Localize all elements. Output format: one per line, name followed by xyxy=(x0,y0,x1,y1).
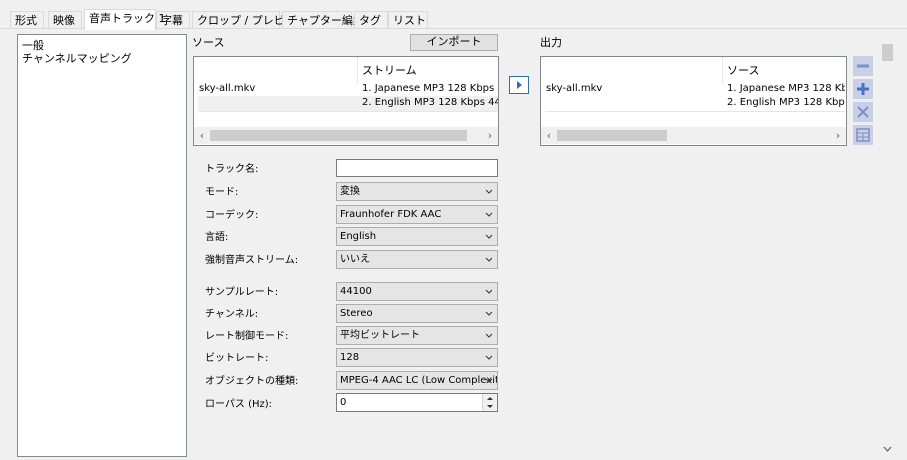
rate-control-mode-label: レート制御モード: xyxy=(205,331,289,342)
tab-bar: 形式 映像 音声トラック 1 字幕 クロップ / プレビュー チャプター編集 タ… xyxy=(0,0,907,30)
codec-value: Fraunhofer FDK AAC xyxy=(340,209,442,220)
tab-list[interactable]: リスト xyxy=(388,11,428,28)
chevron-down-icon xyxy=(485,333,493,338)
track-name-input[interactable] xyxy=(336,159,498,177)
chevron-down-icon xyxy=(485,234,493,239)
import-button[interactable]: インポート xyxy=(410,34,498,51)
forced-stream-value: いいえ xyxy=(340,254,370,265)
source-stream-row[interactable]: 1. Japanese MP3 128 Kbps 44100 xyxy=(362,83,498,94)
channels-label: チャンネル: xyxy=(205,309,259,320)
tab-audio-track-1[interactable]: 音声トラック 1 xyxy=(84,9,166,30)
clear-button[interactable] xyxy=(853,102,873,122)
row-divider xyxy=(545,111,845,112)
lowpass-value: 0 xyxy=(340,397,347,408)
spin-arrows-icon xyxy=(487,397,493,408)
track-name-label: トラック名: xyxy=(205,164,259,175)
chevron-down-icon xyxy=(485,355,493,360)
tab-format[interactable]: 形式 xyxy=(10,11,44,28)
tab-tags[interactable]: タグ xyxy=(354,11,388,28)
chevron-down-icon xyxy=(485,257,493,262)
mode-label: モード: xyxy=(205,187,239,198)
lowpass-spinbox[interactable]: 0 xyxy=(336,393,498,412)
forced-stream-select[interactable]: いいえ xyxy=(336,250,498,269)
chevron-down-icon xyxy=(485,378,493,383)
add-button[interactable] xyxy=(853,79,873,99)
source-stream-row[interactable]: 2. English MP3 128 Kbps 44100 xyxy=(362,97,498,108)
chevron-down-icon xyxy=(485,289,493,294)
tab-chapter-edit[interactable]: チャプター編集 xyxy=(282,11,364,28)
language-label: 言語: xyxy=(205,232,229,243)
nav-item-channel-mapping[interactable]: チャンネルマッピング xyxy=(22,50,132,66)
output-column-source[interactable]: ソース xyxy=(727,62,759,78)
scroll-thumb[interactable] xyxy=(210,130,467,141)
bitrate-select[interactable]: 128 xyxy=(336,348,498,367)
channels-value: Stereo xyxy=(340,308,373,319)
column-separator xyxy=(357,57,358,83)
channels-select[interactable]: Stereo xyxy=(336,304,498,323)
column-separator xyxy=(722,57,723,83)
add-to-output-button[interactable] xyxy=(509,76,529,94)
codec-select[interactable]: Fraunhofer FDK AAC xyxy=(336,205,498,224)
object-type-value: MPEG-4 AAC LC (Low Complexity xyxy=(340,375,498,386)
play-right-icon xyxy=(517,81,522,89)
scroll-thumb[interactable] xyxy=(882,44,893,61)
mode-select[interactable]: 変換 xyxy=(336,182,498,201)
output-source-row[interactable]: 1. Japanese MP3 128 Kbps xyxy=(727,83,845,94)
sample-rate-select[interactable]: 44100 xyxy=(336,282,498,301)
spin-buttons[interactable] xyxy=(482,394,497,411)
sample-rate-value: 44100 xyxy=(340,286,372,297)
chevron-down-icon xyxy=(485,212,493,217)
source-horizontal-scrollbar[interactable]: ‹ › xyxy=(194,127,498,144)
forced-stream-label: 強制音声ストリーム: xyxy=(205,255,299,266)
bitrate-label: ビットレート: xyxy=(205,353,269,364)
chevron-down-icon xyxy=(485,189,493,194)
rate-control-mode-select[interactable]: 平均ビットレート xyxy=(336,326,498,345)
source-column-stream[interactable]: ストリーム xyxy=(362,62,417,78)
scroll-right-icon[interactable]: › xyxy=(484,129,496,142)
scroll-left-icon[interactable]: ‹ xyxy=(196,129,208,142)
x-icon xyxy=(857,106,869,118)
chevron-down-icon xyxy=(485,311,493,316)
row-divider xyxy=(198,111,498,112)
language-value: English xyxy=(340,231,377,242)
page-vertical-scrollbar[interactable] xyxy=(879,38,896,456)
object-type-label: オブジェクトの種類: xyxy=(205,376,299,387)
output-list[interactable]: ソース sky-all.mkv 1. Japanese MP3 128 Kbps… xyxy=(540,56,847,146)
settings-nav: 一般 チャンネルマッピング xyxy=(17,34,187,457)
scroll-left-icon[interactable]: ‹ xyxy=(543,129,555,142)
bitrate-value: 128 xyxy=(340,352,360,363)
codec-label: コーデック: xyxy=(205,210,259,221)
remove-button[interactable] xyxy=(853,56,873,76)
output-horizontal-scrollbar[interactable]: ‹ › xyxy=(541,127,846,144)
mode-value: 変換 xyxy=(340,186,360,197)
tab-video[interactable]: 映像 xyxy=(48,11,82,28)
rate-control-mode-value: 平均ビットレート xyxy=(340,330,420,341)
lowpass-label: ローパス (Hz): xyxy=(205,399,273,410)
tab-crop-preview[interactable]: クロップ / プレビュー xyxy=(192,11,307,28)
plus-icon xyxy=(857,83,869,95)
properties-button[interactable] xyxy=(853,125,873,145)
language-select[interactable]: English xyxy=(336,227,498,246)
output-heading: 出力 xyxy=(540,36,562,49)
output-source-row[interactable]: 2. English MP3 128 Kbps 44 xyxy=(727,97,845,108)
grid-icon xyxy=(856,128,870,142)
source-file-cell: sky-all.mkv xyxy=(199,83,256,94)
scroll-right-icon[interactable]: › xyxy=(832,129,844,142)
sample-rate-label: サンプルレート: xyxy=(205,287,279,298)
minus-icon xyxy=(857,64,869,68)
source-stream-list[interactable]: ストリーム sky-all.mkv 1. Japanese MP3 128 Kb… xyxy=(193,56,499,146)
scroll-down-icon[interactable] xyxy=(882,445,893,454)
object-type-select[interactable]: MPEG-4 AAC LC (Low Complexity xyxy=(336,371,498,390)
scroll-thumb[interactable] xyxy=(557,130,667,141)
source-heading: ソース xyxy=(192,36,225,49)
output-file-cell: sky-all.mkv xyxy=(546,83,603,94)
